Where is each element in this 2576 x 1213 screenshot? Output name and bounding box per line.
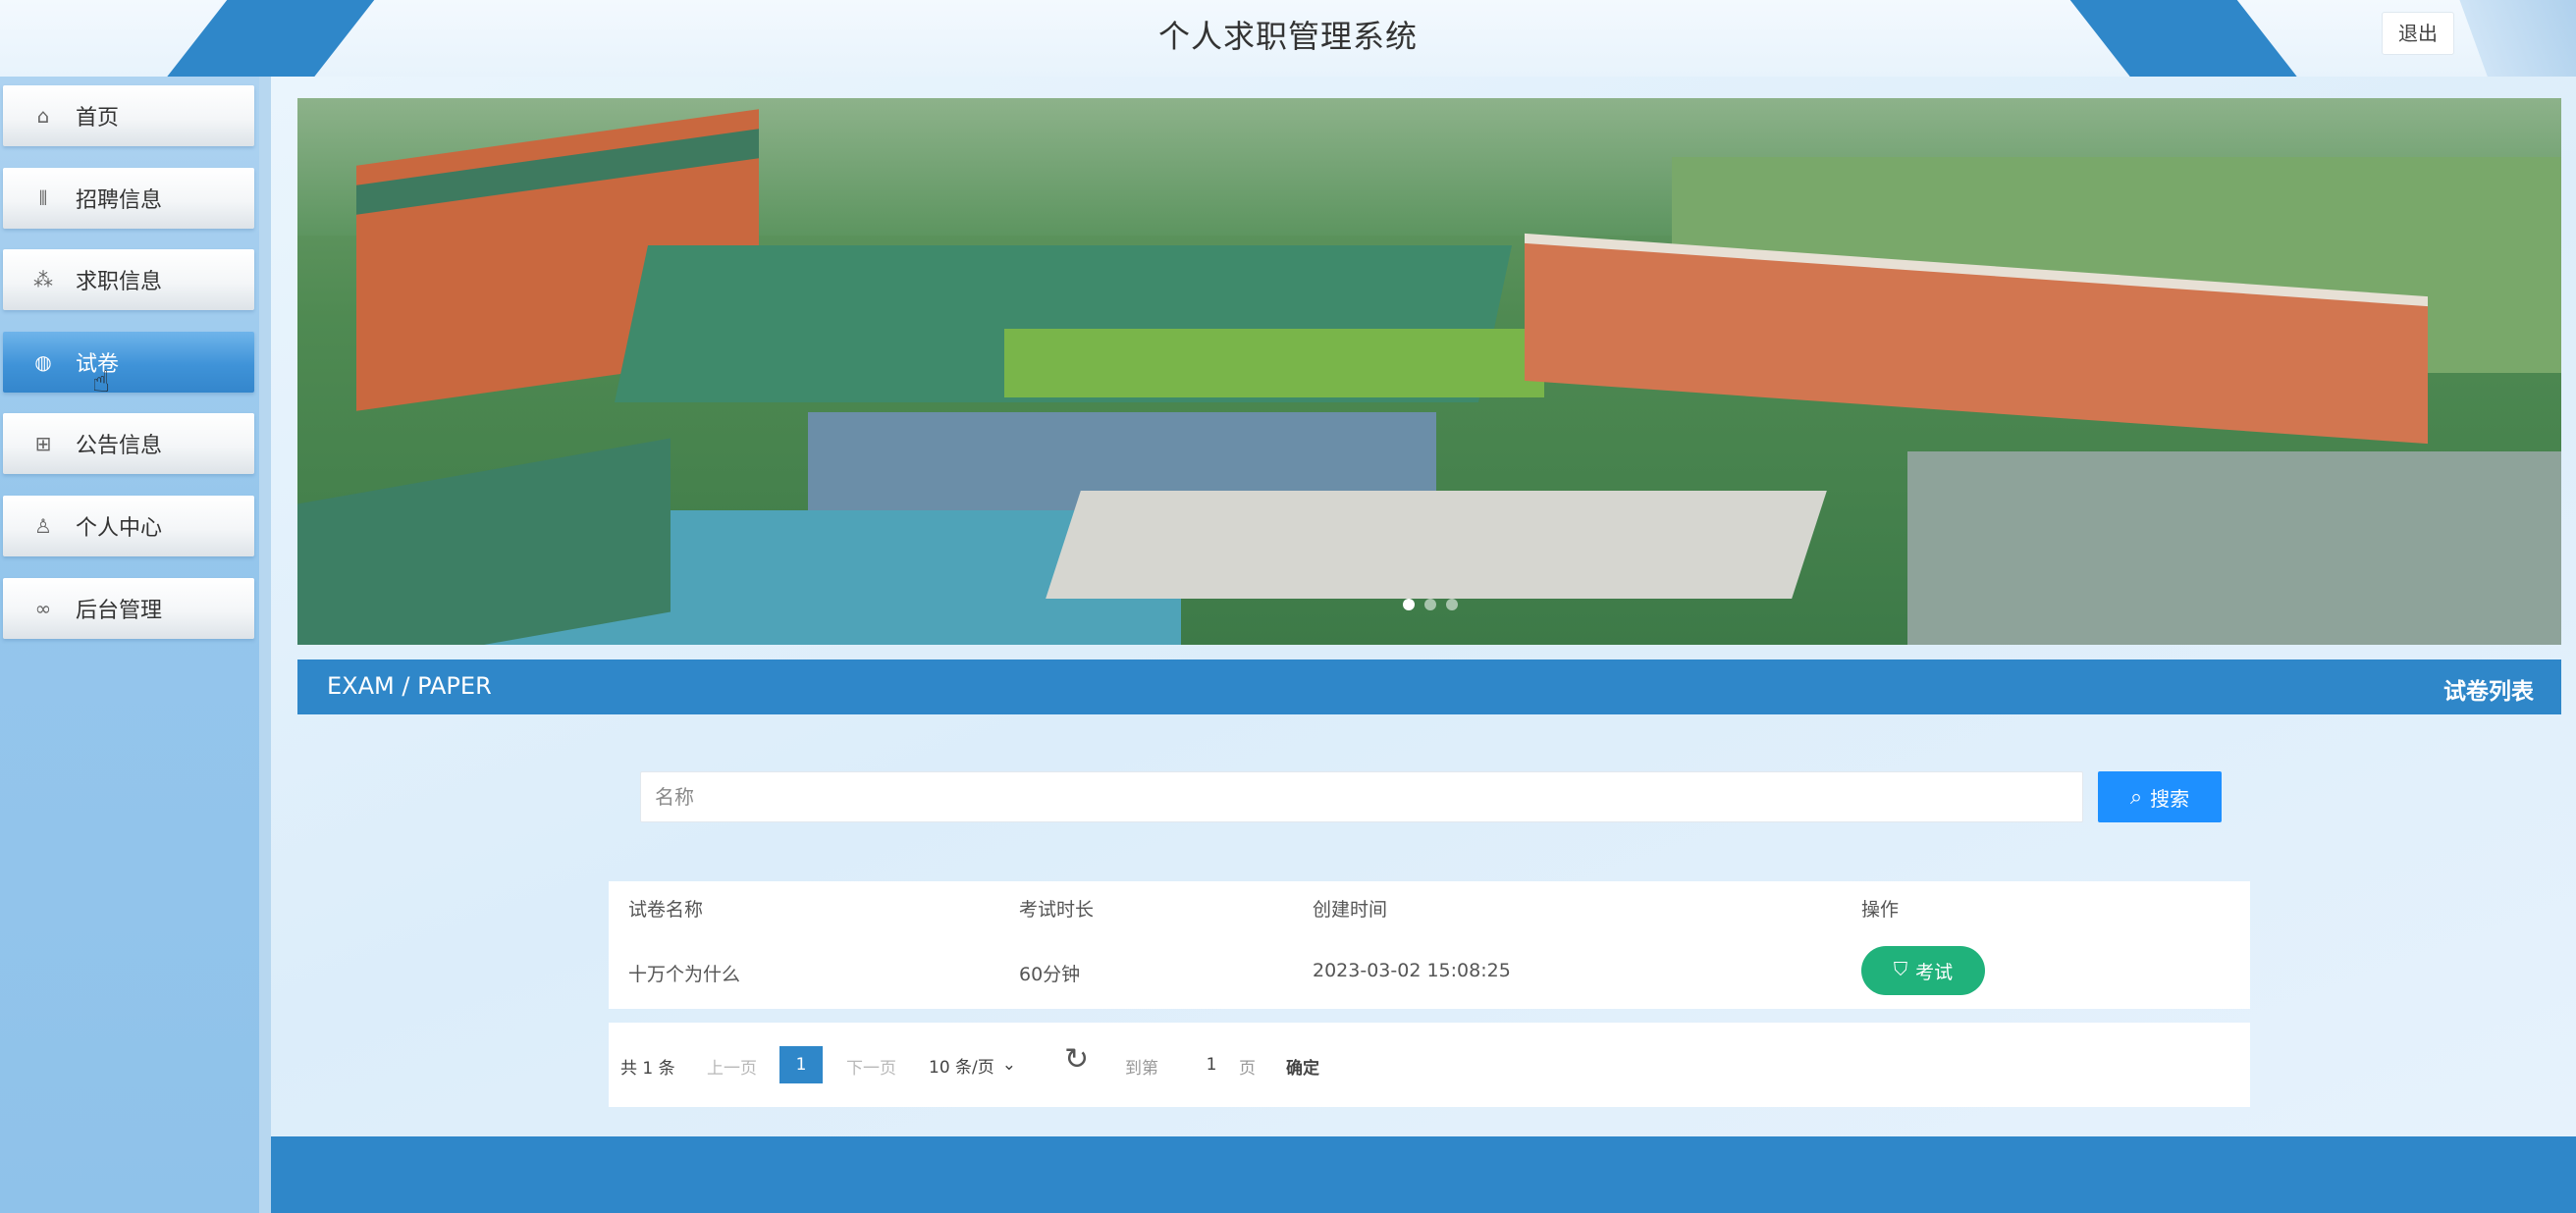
search-input[interactable] bbox=[640, 771, 2083, 822]
start-exam-button[interactable]: ⛉ 考试 bbox=[1861, 946, 1985, 995]
sidebar-item-paper[interactable]: ◍ 试卷 bbox=[3, 332, 254, 393]
link-icon: ∞ bbox=[34, 597, 52, 620]
table-header: 试卷名称 bbox=[628, 899, 704, 921]
sidebar-item-job-seek[interactable]: ⁂ 求职信息 bbox=[3, 249, 254, 310]
carousel-dot[interactable] bbox=[1424, 599, 1436, 610]
goto-label: 到第 bbox=[1125, 1059, 1158, 1079]
page-size-select[interactable]: 10 条/页 ⌄ bbox=[929, 1046, 1027, 1083]
banner-scene bbox=[1004, 329, 1544, 397]
prev-page-button[interactable]: 上一页 bbox=[707, 1054, 757, 1079]
carousel-dot[interactable] bbox=[1403, 599, 1415, 610]
section-header: EXAM / PAPER 试卷列表 bbox=[297, 659, 2561, 714]
exam-button-label: 考试 bbox=[1915, 962, 1954, 983]
table-header: 创建时间 bbox=[1313, 899, 1388, 921]
sidebar-item-recruit[interactable]: ⫴ 招聘信息 bbox=[3, 168, 254, 229]
sidebar-item-label: 首页 bbox=[76, 106, 120, 131]
sidebar: ⌂ 首页 ⫴ 招聘信息 ⁂ 求职信息 ◍ 试卷 ⊞ 公告信息 ♙ 个人中心 ∞ … bbox=[0, 77, 271, 1213]
banner-scene bbox=[297, 438, 671, 645]
pagination-total: 共 1 条 bbox=[620, 1059, 675, 1079]
sidebar-item-label: 求职信息 bbox=[76, 270, 163, 294]
logout-button[interactable]: 退出 bbox=[2382, 12, 2454, 55]
job-seek-icon: ⁂ bbox=[33, 268, 53, 291]
sidebar-item-label: 公告信息 bbox=[76, 434, 163, 458]
banner-scene bbox=[1046, 491, 1827, 599]
notice-icon: ⊞ bbox=[34, 432, 52, 455]
shield-check-icon: ⛉ bbox=[1893, 960, 1908, 980]
page-unit-label: 页 bbox=[1239, 1059, 1256, 1079]
user-icon: ♙ bbox=[34, 514, 52, 538]
sidebar-item-notice[interactable]: ⊞ 公告信息 bbox=[3, 413, 254, 474]
recruit-icon: ⫴ bbox=[38, 186, 48, 210]
header: 个人求职管理系统 退出 bbox=[0, 0, 2576, 77]
page-title: 个人求职管理系统 bbox=[1157, 18, 1418, 55]
home-icon: ⌂ bbox=[36, 104, 50, 128]
sidebar-item-home[interactable]: ⌂ 首页 bbox=[3, 85, 254, 146]
banner-carousel[interactable] bbox=[297, 98, 2561, 645]
search-icon: ⌕ bbox=[2129, 784, 2143, 809]
carousel-dot[interactable] bbox=[1446, 599, 1458, 610]
next-page-button[interactable]: 下一页 bbox=[846, 1054, 896, 1079]
table-header: 考试时长 bbox=[1019, 899, 1095, 921]
hand-cursor-icon: ☝ bbox=[92, 365, 111, 399]
paper-created-time: 2023-03-02 15:08:25 bbox=[1313, 960, 1511, 981]
paper-duration: 60分钟 bbox=[1019, 964, 1081, 985]
banner-scene bbox=[1907, 451, 2561, 645]
sidebar-item-label: 招聘信息 bbox=[76, 188, 163, 213]
refresh-icon[interactable]: ↻ bbox=[1064, 1042, 1089, 1077]
sidebar-item-label: 后台管理 bbox=[76, 599, 163, 623]
paper-table: 试卷名称 考试时长 创建时间 操作 十万个为什么 60分钟 2023-03-02… bbox=[609, 881, 2250, 1009]
paper-icon: ◍ bbox=[34, 350, 52, 374]
current-page[interactable]: 1 bbox=[779, 1046, 823, 1083]
table-header: 操作 bbox=[1861, 899, 1900, 921]
search-button[interactable]: ⌕ 搜索 bbox=[2098, 771, 2222, 822]
sidebar-item-admin[interactable]: ∞ 后台管理 bbox=[3, 578, 254, 639]
search-button-label: 搜索 bbox=[2150, 788, 2190, 811]
paper-name: 十万个为什么 bbox=[628, 964, 741, 985]
goto-confirm-button[interactable]: 确定 bbox=[1286, 1054, 1319, 1079]
goto-page-input[interactable]: 1 bbox=[1192, 1046, 1231, 1083]
footer bbox=[271, 1136, 2576, 1213]
pagination: 共 1 条 上一页 1 下一页 10 条/页 ⌄ ↻ 到第 1 页 确定 bbox=[609, 1023, 2250, 1107]
section-en-title: EXAM / PAPER bbox=[327, 672, 492, 700]
page-size-value: 10 条/页 bbox=[929, 1057, 994, 1078]
sidebar-item-user-center[interactable]: ♙ 个人中心 bbox=[3, 496, 254, 556]
chevron-down-icon: ⌄ bbox=[1001, 1055, 1017, 1075]
sidebar-edge bbox=[259, 77, 271, 1213]
section-cn-title: 试卷列表 bbox=[2443, 679, 2534, 705]
carousel-indicators bbox=[1403, 599, 1458, 610]
sidebar-item-label: 个人中心 bbox=[76, 516, 163, 541]
